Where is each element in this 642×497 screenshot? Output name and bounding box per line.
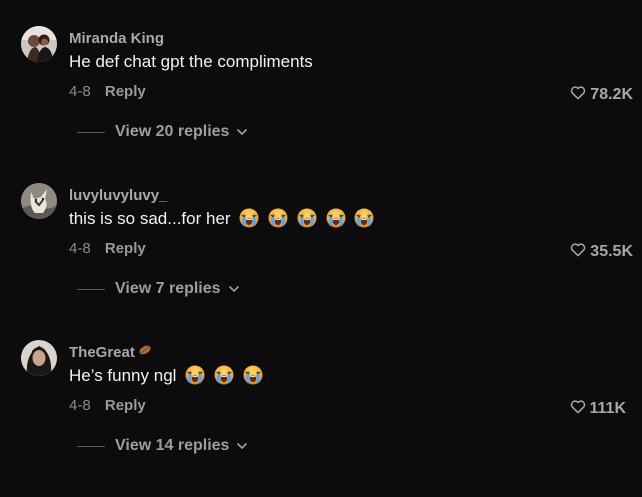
comment-text: this is so sad...for her [69, 209, 378, 229]
loudly-crying-face-icon [354, 208, 374, 228]
comment-item: TheGreat He’s funny ngl 4-8 Reply 111K V… [0, 340, 642, 497]
comment-text-content: He’s funny ngl [69, 366, 177, 385]
chevron-down-icon [221, 280, 240, 298]
loudly-crying-face-icon [326, 208, 346, 228]
chevron-down-icon [229, 437, 248, 455]
like-count: 78.2K [590, 86, 633, 103]
reply-button[interactable]: Reply [105, 240, 146, 257]
view-replies-label: View 20 replies [115, 123, 230, 140]
divider-line [77, 131, 105, 133]
comment-date: 4-8 [69, 240, 91, 257]
emoji-group [239, 207, 378, 228]
reply-button[interactable]: Reply [105, 83, 146, 100]
avatar[interactable] [21, 183, 57, 219]
heart-icon [570, 399, 590, 419]
loudly-crying-face-icon [214, 365, 234, 385]
view-replies-button[interactable]: View 7 replies [77, 280, 240, 298]
heart-icon [570, 85, 590, 105]
comment-meta: 4-8 Reply [69, 83, 146, 100]
view-replies-button[interactable]: View 14 replies [77, 437, 248, 455]
emoji-group [185, 364, 266, 385]
like-count: 35.5K [590, 243, 633, 260]
avatar[interactable] [21, 26, 57, 62]
bronze-leaf-badge-icon [138, 343, 152, 360]
comment-item: luvyluvyluvy_ this is so sad...for her 4… [0, 183, 642, 340]
comment-item: Miranda King He def chat gpt the complim… [0, 26, 642, 183]
view-replies-button[interactable]: View 20 replies [77, 123, 248, 141]
like-count: 111K [589, 400, 626, 417]
like-button[interactable]: 111K [570, 399, 626, 419]
comment-text-content: this is so sad...for her [69, 209, 231, 228]
view-replies-label: View 7 replies [115, 280, 221, 297]
reply-button[interactable]: Reply [105, 397, 146, 414]
chevron-down-icon [229, 123, 248, 141]
avatar[interactable] [21, 340, 57, 376]
username[interactable]: TheGreat [69, 344, 152, 361]
loudly-crying-face-icon [243, 365, 263, 385]
like-button[interactable]: 35.5K [570, 242, 633, 262]
comment-text: He def chat gpt the compliments [69, 52, 313, 71]
loudly-crying-face-icon [239, 208, 259, 228]
comment-meta: 4-8 Reply [69, 397, 146, 414]
heart-icon [570, 242, 590, 262]
comment-text: He’s funny ngl [69, 366, 267, 386]
loudly-crying-face-icon [268, 208, 288, 228]
view-replies-label: View 14 replies [115, 437, 230, 454]
username[interactable]: Miranda King [69, 30, 164, 47]
loudly-crying-face-icon [297, 208, 317, 228]
loudly-crying-face-icon [185, 365, 205, 385]
divider-line [77, 445, 105, 447]
like-button[interactable]: 78.2K [570, 85, 633, 105]
username[interactable]: luvyluvyluvy_ [69, 187, 167, 204]
divider-line [77, 288, 105, 290]
comment-date: 4-8 [69, 397, 91, 414]
comment-meta: 4-8 Reply [69, 240, 146, 257]
username-label: TheGreat [69, 344, 135, 361]
comment-date: 4-8 [69, 83, 91, 100]
